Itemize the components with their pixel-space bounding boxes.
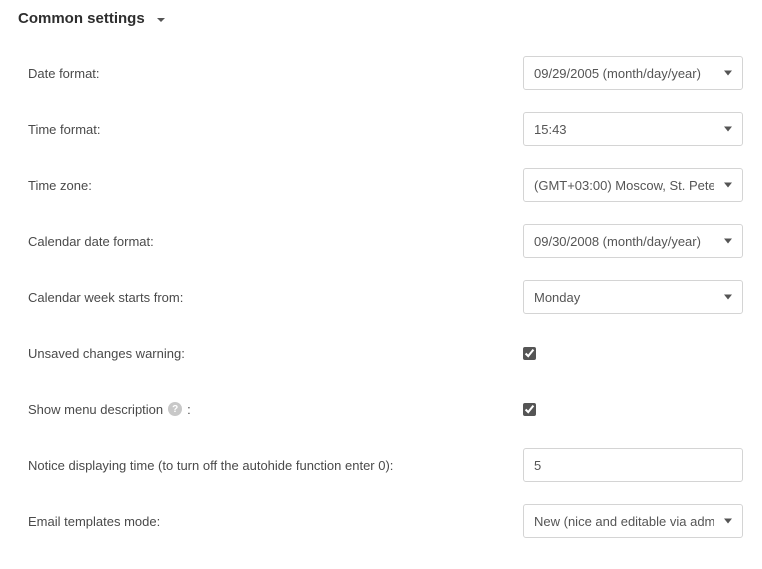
label-show-menu-description: Show menu description ? :: [28, 402, 523, 417]
select-time-format[interactable]: 15:43: [523, 112, 743, 146]
checkbox-show-menu-description-wrap: [523, 403, 536, 416]
label-show-menu-description-colon: :: [187, 402, 191, 417]
checkbox-unsaved-warning[interactable]: [523, 347, 536, 360]
select-time-format-wrap: 15:43: [523, 112, 743, 146]
help-icon[interactable]: ?: [168, 402, 182, 416]
select-calendar-date-format-wrap: 09/30/2008 (month/day/year): [523, 224, 743, 258]
checkbox-unsaved-warning-wrap: [523, 347, 536, 360]
select-email-templates-mode[interactable]: New (nice and editable via adm: [523, 504, 743, 538]
section-header[interactable]: Common settings: [18, 10, 744, 27]
row-unsaved-warning: Unsaved changes warning:: [18, 335, 744, 371]
select-time-zone-wrap: (GMT+03:00) Moscow, St. Peter: [523, 168, 743, 202]
select-calendar-week-start-wrap: Monday: [523, 280, 743, 314]
select-date-format-wrap: 09/29/2005 (month/day/year): [523, 56, 743, 90]
checkbox-show-menu-description[interactable]: [523, 403, 536, 416]
select-email-templates-mode-wrap: New (nice and editable via adm: [523, 504, 743, 538]
row-time-format: Time format: 15:43: [18, 111, 744, 147]
row-notice-time: Notice displaying time (to turn off the …: [18, 447, 744, 483]
row-calendar-date-format: Calendar date format: 09/30/2008 (month/…: [18, 223, 744, 259]
label-notice-time: Notice displaying time (to turn off the …: [28, 458, 523, 473]
label-time-format: Time format:: [28, 122, 523, 137]
row-email-templates-mode: Email templates mode: New (nice and edit…: [18, 503, 744, 539]
input-notice-time[interactable]: [523, 448, 743, 482]
row-calendar-week-start: Calendar week starts from: Monday: [18, 279, 744, 315]
label-date-format: Date format:: [28, 66, 523, 81]
row-show-menu-description: Show menu description ? :: [18, 391, 744, 427]
select-date-format[interactable]: 09/29/2005 (month/day/year): [523, 56, 743, 90]
label-time-zone: Time zone:: [28, 178, 523, 193]
label-show-menu-description-text: Show menu description: [28, 402, 163, 417]
select-calendar-date-format[interactable]: 09/30/2008 (month/day/year): [523, 224, 743, 258]
label-calendar-date-format: Calendar date format:: [28, 234, 523, 249]
caret-down-icon: [157, 18, 165, 22]
section-title: Common settings: [18, 10, 145, 27]
row-date-format: Date format: 09/29/2005 (month/day/year): [18, 55, 744, 91]
label-calendar-week-start: Calendar week starts from:: [28, 290, 523, 305]
row-time-zone: Time zone: (GMT+03:00) Moscow, St. Peter: [18, 167, 744, 203]
select-time-zone[interactable]: (GMT+03:00) Moscow, St. Peter: [523, 168, 743, 202]
label-unsaved-warning: Unsaved changes warning:: [28, 346, 523, 361]
select-calendar-week-start[interactable]: Monday: [523, 280, 743, 314]
label-email-templates-mode: Email templates mode:: [28, 514, 523, 529]
